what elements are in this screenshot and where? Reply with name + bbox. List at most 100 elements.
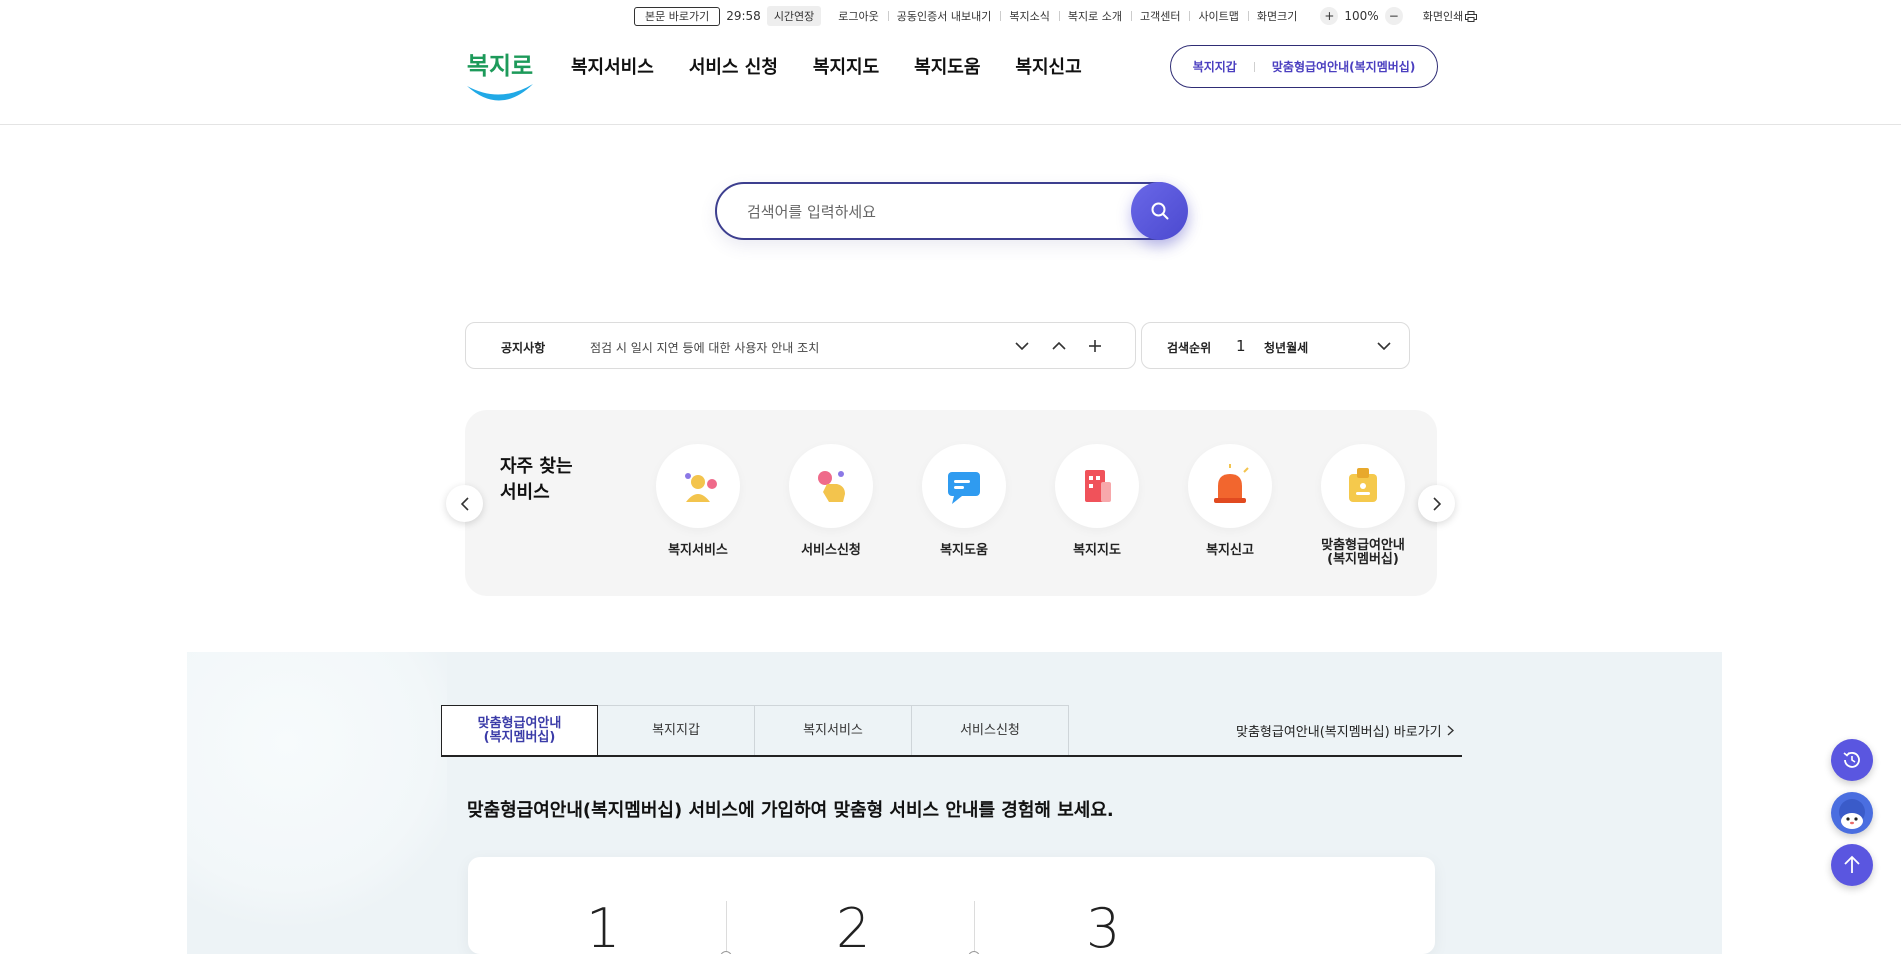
chatbot-icon xyxy=(1839,799,1865,829)
chevron-down-icon xyxy=(1377,342,1391,350)
tab-service-apply[interactable]: 서비스신청 xyxy=(912,705,1069,756)
notice-next-button[interactable] xyxy=(1012,336,1032,356)
tab-membership[interactable]: 맞춤형급여안내 (복지멤버십) xyxy=(441,705,598,756)
notice-title: 공지사항 xyxy=(501,341,546,355)
carousel-prev-button[interactable] xyxy=(446,485,483,522)
tab-welfare-wallet[interactable]: 복지지갑 xyxy=(598,705,755,756)
scroll-top-icon xyxy=(1844,855,1860,873)
welfare-news-link[interactable]: 복지소식 xyxy=(1000,8,1058,24)
nav-welfare-service[interactable]: 복지서비스 xyxy=(571,53,654,79)
step-divider xyxy=(726,901,727,954)
membership-tabs: 맞춤형급여안내 (복지멤버십) 복지지갑 복지서비스 서비스신청 xyxy=(441,705,1069,756)
step-divider xyxy=(974,901,975,954)
zoom-level: 100% xyxy=(1344,9,1379,23)
scroll-top-button[interactable] xyxy=(1831,844,1873,886)
print-label: 화면인쇄 xyxy=(1422,10,1464,23)
service-icon-wrap xyxy=(656,444,740,528)
step-number: 2 xyxy=(836,897,871,954)
service-help[interactable]: 복지도움 xyxy=(922,444,1006,567)
alarm-siren-icon xyxy=(1214,464,1249,503)
notice-item[interactable]: 점검 시 일시 지연 등에 대한 사용자 안내 조치 xyxy=(590,339,819,356)
chatbot-button[interactable] xyxy=(1831,792,1873,834)
screen-size-label: 화면크기 xyxy=(1247,8,1306,24)
print-link[interactable]: 화면인쇄 xyxy=(1422,8,1478,24)
service-icon-wrap xyxy=(789,444,873,528)
session-timer: 29:58 xyxy=(726,9,761,23)
chevron-up-icon xyxy=(1052,342,1066,350)
hand-click-icon xyxy=(818,471,845,502)
goto-label: 맞춤형급여안내(복지멤버십) 바로가기 xyxy=(1236,725,1442,740)
utility-links: 로그아웃 공동인증서 내보내기 복지소식 복지로 소개 고객센터 사이트맵 화면… xyxy=(829,8,1306,24)
recent-history-button[interactable] xyxy=(1831,739,1873,781)
chevron-left-icon xyxy=(460,496,469,511)
service-label: 복지신고 xyxy=(1206,543,1254,558)
chevron-down-icon xyxy=(1015,342,1029,350)
rank-expand-button[interactable] xyxy=(1374,336,1394,356)
service-icon-wrap xyxy=(1321,444,1405,528)
print-icon xyxy=(1465,10,1478,22)
about-link[interactable]: 복지로 소개 xyxy=(1058,8,1131,24)
id-card-icon xyxy=(1349,468,1377,502)
export-certificate-link[interactable]: 공동인증서 내보내기 xyxy=(887,8,1001,24)
quick-links-divider xyxy=(1253,61,1255,72)
main-navigation: 복지서비스 서비스 신청 복지지도 복지도움 복지신고 xyxy=(571,53,1082,79)
notice-prev-button[interactable] xyxy=(1049,336,1069,356)
service-label: 복지도움 xyxy=(940,543,988,558)
quick-links: 복지지갑 맞춤형급여안내(복지멤버십) xyxy=(1170,45,1438,88)
zoom-out-button[interactable]: − xyxy=(1384,7,1403,25)
sitemap-link[interactable]: 사이트맵 xyxy=(1189,8,1247,24)
membership-steps-card: 1 2 3 xyxy=(468,857,1435,954)
service-membership[interactable]: 맞춤형급여안내 (복지멤버십) xyxy=(1321,444,1405,567)
membership-link[interactable]: 맞춤형급여안내(복지멤버십) xyxy=(1272,58,1415,75)
service-map[interactable]: 복지지도 xyxy=(1055,444,1139,567)
customer-center-link[interactable]: 고객센터 xyxy=(1130,8,1189,24)
extend-session-button[interactable]: 시간연장 xyxy=(766,6,822,26)
zoom-control: + 100% − xyxy=(1320,7,1403,25)
nav-welfare-help[interactable]: 복지도움 xyxy=(914,53,980,79)
membership-goto-link[interactable]: 맞춤형급여안내(복지멤버십) 바로가기 xyxy=(1236,721,1454,740)
rank-title: 검색순위 xyxy=(1167,341,1212,355)
service-icon-wrap xyxy=(1188,444,1272,528)
service-icon-wrap xyxy=(1055,444,1139,528)
search-rank-bar: 검색순위 1 청년월세 xyxy=(1141,322,1410,369)
membership-description: 맞춤형급여안내(복지멤버십) 서비스에 가입하여 맞춤형 서비스 안내를 경험해… xyxy=(467,800,1114,821)
rank-number: 1 xyxy=(1236,337,1246,355)
plus-icon xyxy=(1089,340,1101,352)
decorative-background xyxy=(187,652,447,954)
map-blocks-icon xyxy=(1085,470,1111,502)
search-input[interactable] xyxy=(747,201,1107,223)
welfare-wallet-link[interactable]: 복지지갑 xyxy=(1193,58,1237,75)
search-icon xyxy=(1151,202,1168,220)
bokjiro-logo[interactable]: 복지로 xyxy=(463,44,537,110)
notice-more-button[interactable] xyxy=(1085,336,1105,356)
service-label: 맞춤형급여안내 (복지멤버십) xyxy=(1321,538,1405,567)
rank-keyword[interactable]: 청년월세 xyxy=(1264,339,1308,356)
frequent-services-list: 복지서비스 서비스신청 복지도움 복지지도 복지신고 맞춤형급여안내 (복지멤버… xyxy=(656,444,1405,567)
chat-bubble-icon xyxy=(948,472,980,504)
service-apply[interactable]: 서비스신청 xyxy=(789,444,873,567)
tab-welfare-service[interactable]: 복지서비스 xyxy=(755,705,912,756)
chevron-right-icon xyxy=(1432,496,1441,511)
header-divider xyxy=(0,124,1901,125)
service-icon-wrap xyxy=(922,444,1006,528)
search-button[interactable] xyxy=(1131,182,1188,240)
zoom-in-button[interactable]: + xyxy=(1320,7,1339,25)
service-report[interactable]: 복지신고 xyxy=(1188,444,1272,567)
service-label: 복지서비스 xyxy=(668,543,728,558)
notice-bar: 공지사항 점검 시 일시 지연 등에 대한 사용자 안내 조치 xyxy=(465,322,1136,369)
logout-link[interactable]: 로그아웃 xyxy=(829,8,887,24)
nav-welfare-report[interactable]: 복지신고 xyxy=(1015,53,1081,79)
step-number: 1 xyxy=(586,897,621,954)
frequent-services-title: 자주 찾는 서비스 xyxy=(500,456,573,503)
service-label: 서비스신청 xyxy=(801,543,861,558)
tabs-underline xyxy=(441,755,1462,757)
service-welfare[interactable]: 복지서비스 xyxy=(656,444,740,567)
utility-bar: 본문 바로가기 29:58 시간연장 로그아웃 공동인증서 내보내기 복지소식 … xyxy=(634,6,1478,26)
nav-service-apply[interactable]: 서비스 신청 xyxy=(689,53,778,79)
nav-welfare-map[interactable]: 복지지도 xyxy=(813,53,879,79)
logo-text: 복지로 xyxy=(467,52,533,80)
skip-to-content-link[interactable]: 본문 바로가기 xyxy=(634,6,721,26)
frequent-services: 자주 찾는 서비스 복지서비스 서비스신청 복지도움 복지지도 복지신고 맞춤형… xyxy=(465,410,1437,596)
carousel-next-button[interactable] xyxy=(1418,485,1455,522)
step-number: 3 xyxy=(1086,897,1121,954)
